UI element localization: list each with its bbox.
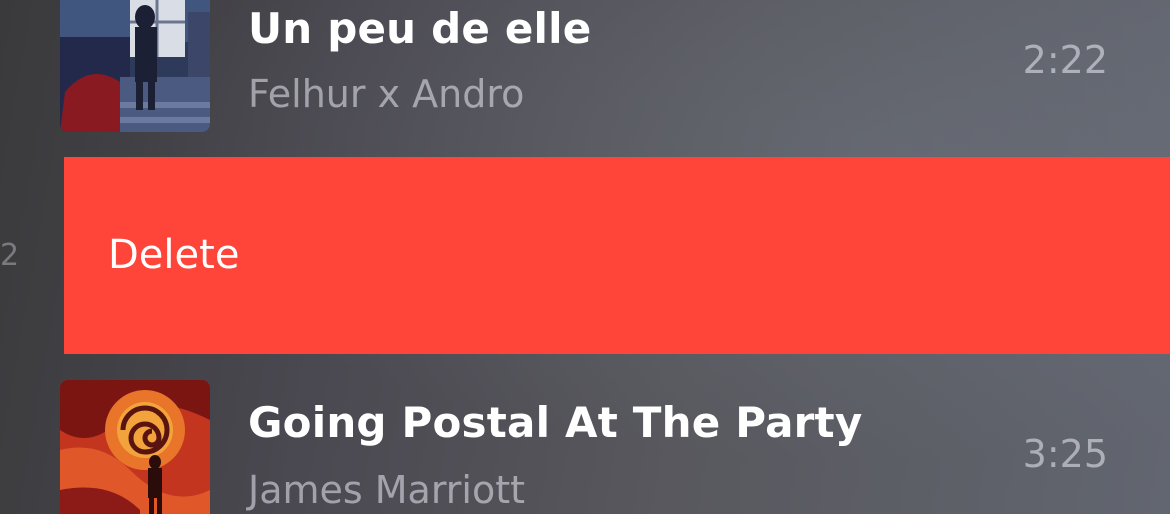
hidden-row-index: 2 [0, 238, 20, 273]
album-artwork [60, 380, 210, 514]
track-duration: 2:22 [1022, 38, 1108, 82]
album-cover-room-scene-icon [60, 0, 210, 132]
track-title: Un peu de elle [248, 4, 592, 53]
track-title: Going Postal At The Party [248, 398, 863, 447]
delete-button-label: Delete [108, 232, 240, 278]
track-row[interactable]: Un peu de elle Felhur x Andro 2:22 [0, 0, 1170, 150]
track-artist: James Marriott [248, 468, 526, 512]
track-duration: 3:25 [1022, 432, 1108, 476]
album-artwork [60, 0, 210, 132]
album-cover-swirl-figure-icon [60, 380, 210, 514]
track-artist: Felhur x Andro [248, 72, 525, 116]
